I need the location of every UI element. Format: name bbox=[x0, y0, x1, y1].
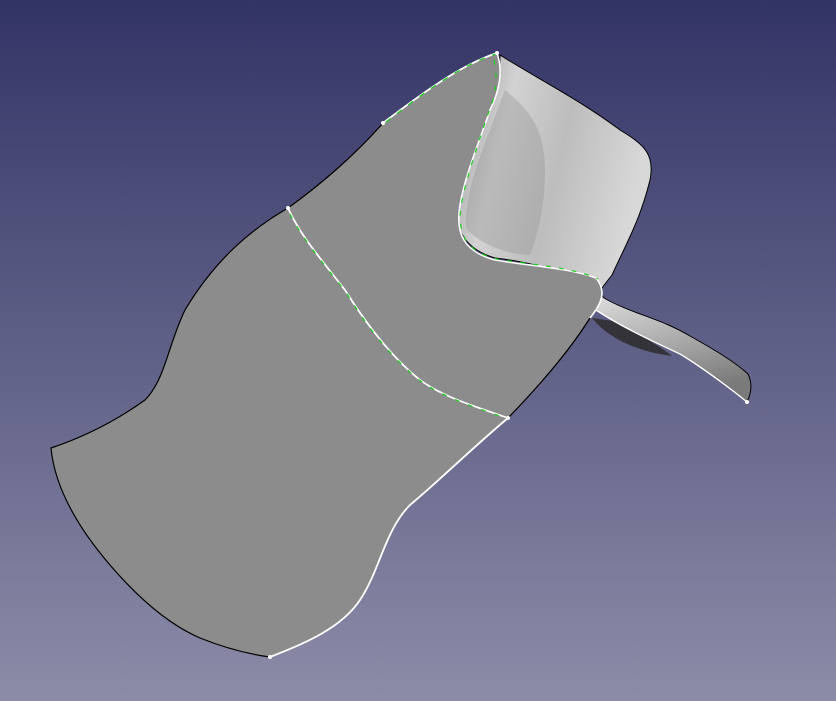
vertex-point[interactable] bbox=[495, 51, 499, 55]
scene-canvas[interactable] bbox=[0, 0, 836, 701]
3d-viewport[interactable] bbox=[0, 0, 836, 701]
vertex-point[interactable] bbox=[506, 416, 510, 420]
vertex-point[interactable] bbox=[381, 121, 385, 125]
vertex-point[interactable] bbox=[268, 655, 272, 659]
vertex-point[interactable] bbox=[745, 400, 749, 404]
vertex-point[interactable] bbox=[286, 206, 290, 210]
